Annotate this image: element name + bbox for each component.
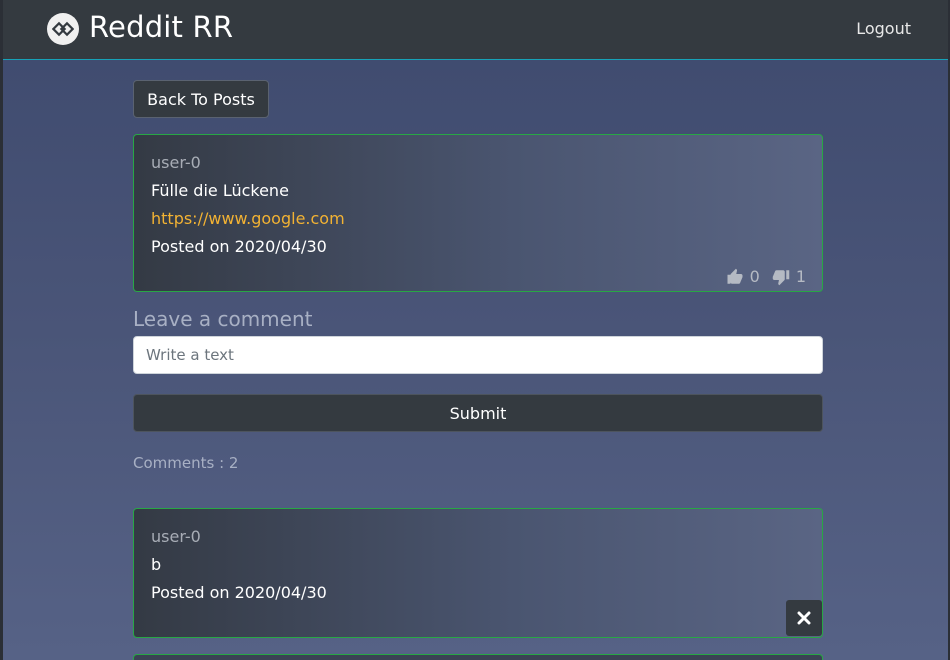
thumbs-up-icon[interactable] xyxy=(726,268,744,286)
comment-text: b xyxy=(151,555,162,574)
vote-controls: 0 1 xyxy=(726,267,806,286)
post-link[interactable]: https://www.google.com xyxy=(151,209,345,228)
logout-link[interactable]: Logout xyxy=(856,19,911,38)
downvote-count: 1 xyxy=(795,267,806,286)
next-comment-card xyxy=(133,654,823,660)
close-icon xyxy=(797,611,811,625)
post-title: Fülle die Lückene xyxy=(151,181,289,200)
comments-count: Comments : 2 xyxy=(133,454,239,472)
brand-logo-icon[interactable] xyxy=(47,13,79,45)
back-to-posts-button[interactable]: Back To Posts xyxy=(133,80,269,118)
comment-card: user-0 b Posted on 2020/04/30 xyxy=(133,508,823,638)
upvote-count: 0 xyxy=(749,267,760,286)
leave-comment-label: Leave a comment xyxy=(133,307,313,331)
submit-button[interactable]: Submit xyxy=(133,394,823,432)
comment-date: Posted on 2020/04/30 xyxy=(151,583,327,602)
comment-author[interactable]: user-0 xyxy=(151,527,201,546)
post-author[interactable]: user-0 xyxy=(151,153,201,172)
navbar: Reddit RR Logout xyxy=(3,0,948,60)
comment-input[interactable] xyxy=(133,336,823,374)
post-date: Posted on 2020/04/30 xyxy=(151,237,327,256)
thumbs-down-icon[interactable] xyxy=(772,268,790,286)
post-card: user-0 Fülle die Lückene https://www.goo… xyxy=(133,134,823,292)
brand-name[interactable]: Reddit RR xyxy=(89,10,233,44)
delete-comment-button[interactable] xyxy=(786,600,822,636)
